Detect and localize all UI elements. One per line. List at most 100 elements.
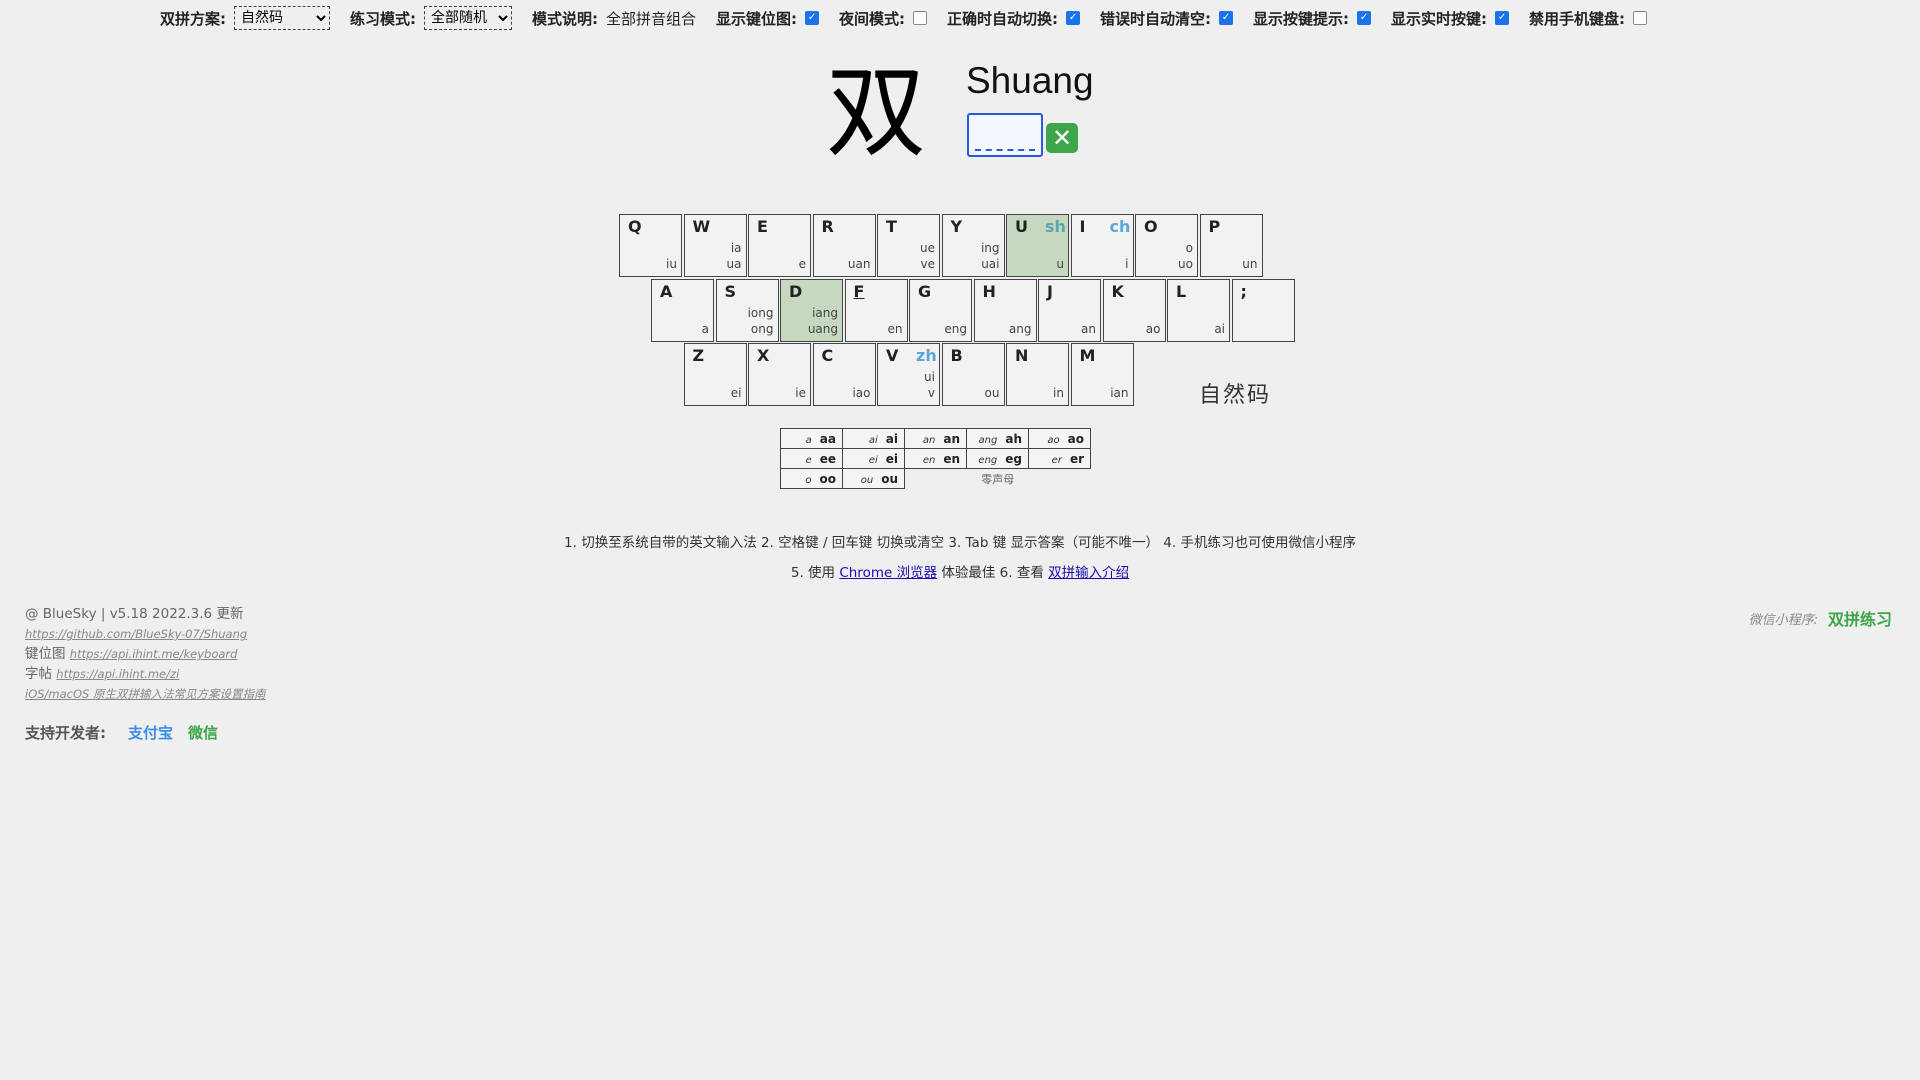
- zi-link[interactable]: https://api.ihint.me/zi: [56, 667, 179, 681]
- tips-line-2: 5. 使用 Chrome 浏览器 体验最佳 6. 查看 双拼输入介绍: [0, 561, 1920, 581]
- key-z: Zei: [683, 343, 747, 406]
- disable-mobile-checkbox[interactable]: [1633, 11, 1648, 25]
- tips-line-2-mid: 体验最佳 6. 查看: [937, 565, 1049, 581]
- mode-group: 练习模式: 全部随机: [350, 6, 512, 30]
- layout-link[interactable]: https://api.ihint.me/keyboard: [70, 647, 238, 661]
- intro-link[interactable]: 双拼输入介绍: [1048, 565, 1129, 581]
- zero-pinyin: an: [922, 434, 936, 446]
- key-p: Pun: [1199, 214, 1263, 277]
- auto-switch-checkbox[interactable]: ✓: [1066, 11, 1081, 25]
- key-q: Qiu: [619, 214, 682, 277]
- key-letter: G: [918, 281, 932, 301]
- key-final: iu: [666, 257, 677, 271]
- alipay-link[interactable]: 支付宝: [128, 722, 173, 743]
- zero-pinyin: eng: [978, 454, 998, 466]
- key-final: ang: [1008, 321, 1032, 336]
- scheme-label: 双拼方案:: [160, 9, 226, 28]
- key-r: Ruan: [812, 214, 876, 277]
- wechat-link[interactable]: 微信: [188, 722, 218, 743]
- zero-pinyin: ai: [868, 434, 878, 446]
- key-finals: eng: [944, 321, 967, 337]
- key-final: un: [1242, 257, 1258, 271]
- night-mode-checkbox[interactable]: [913, 11, 928, 25]
- key-letter: A: [660, 281, 673, 301]
- mode-select[interactable]: 全部随机: [424, 6, 512, 30]
- show-realtime-checkbox[interactable]: ✓: [1495, 11, 1510, 25]
- chrome-link[interactable]: Chrome 浏览器: [839, 565, 937, 581]
- zero-cell: e ee: [780, 448, 843, 469]
- mini-label: 微信小程序:: [1748, 612, 1818, 628]
- key-final: en: [887, 321, 903, 336]
- key-letter: S: [724, 281, 737, 301]
- key-y: Ying uai: [941, 214, 1005, 277]
- zero-pinyin: a: [805, 434, 812, 446]
- tips-line-2-pre: 5. 使用: [790, 565, 840, 581]
- key-letter: O: [1144, 217, 1158, 236]
- show-hint-group: 显示按键提示: ✓: [1253, 8, 1372, 29]
- zero-pinyin: o: [805, 474, 812, 486]
- key-h: Hang: [973, 278, 1037, 342]
- key-finals: un: [1242, 256, 1257, 272]
- zero-pinyin: en: [922, 454, 936, 466]
- key-final: eng: [944, 321, 967, 336]
- key-final: ue: [920, 241, 935, 255]
- zero-pinyin: e: [805, 454, 812, 466]
- github-link[interactable]: https://github.com/BlueSky-07/Shuang: [25, 627, 247, 641]
- key-final: i: [1125, 257, 1129, 271]
- key-s: Siong ong: [715, 278, 779, 342]
- answer-input[interactable]: [967, 113, 1043, 157]
- scheme-name: 自然码: [1199, 383, 1272, 408]
- key-final: uai: [981, 257, 1000, 271]
- clear-button[interactable]: ✕: [1046, 123, 1078, 153]
- key-letter: D: [789, 281, 803, 301]
- key-finals: ie: [795, 385, 806, 401]
- key-final: u: [1056, 257, 1064, 271]
- key-letter: K: [1111, 281, 1124, 301]
- show-layout-checkbox[interactable]: ✓: [805, 11, 820, 25]
- key-finals: ui v: [924, 369, 935, 401]
- key-final: ian: [1110, 386, 1129, 400]
- key-m: Mian: [1070, 343, 1134, 406]
- key-initial: ch: [1109, 217, 1131, 236]
- zero-pinyin: ao: [1047, 434, 1060, 446]
- key-a: Aa: [651, 278, 714, 342]
- mode-desc-value: 全部拼音组合: [606, 9, 697, 28]
- auto-clear-checkbox[interactable]: ✓: [1219, 11, 1234, 25]
- key-final: ua: [726, 257, 742, 271]
- zero-pinyin: ou: [860, 474, 874, 486]
- scheme-select[interactable]: 自然码: [234, 6, 330, 30]
- zero-keys: oo: [819, 471, 837, 486]
- target-hanzi: 双: [826, 54, 926, 171]
- show-hint-checkbox[interactable]: ✓: [1357, 11, 1372, 25]
- mini-program: 微信小程序: 双拼练习: [1749, 606, 1892, 630]
- key-finals: iao: [852, 385, 870, 401]
- key-letter: I: [1079, 217, 1086, 236]
- key-letter: U: [1015, 217, 1028, 236]
- mini-name[interactable]: 双拼练习: [1828, 606, 1892, 630]
- key-o: Oo uo: [1135, 214, 1198, 277]
- key-finals: o uo: [1178, 240, 1193, 272]
- zero-cell: an an: [904, 428, 967, 449]
- key-final: a: [701, 321, 709, 336]
- key-letter: Z: [692, 346, 705, 365]
- zero-cell: ei ei: [842, 448, 905, 469]
- night-mode-group: 夜间模式:: [839, 8, 928, 29]
- zero-cell: ao ao: [1028, 428, 1091, 449]
- key-finals: ing uai: [981, 240, 1000, 272]
- key-letter: X: [757, 346, 770, 365]
- zero-cell: en en: [904, 448, 967, 469]
- zero-cell: ang ah: [966, 428, 1029, 449]
- key-letter: E: [757, 217, 768, 236]
- key-finals: an: [1081, 321, 1096, 337]
- zero-cell: ai ai: [842, 428, 905, 449]
- zero-cell: eng eg: [966, 448, 1029, 469]
- key-semicolon: ;: [1231, 278, 1295, 342]
- key-j: Jan: [1038, 278, 1101, 342]
- ios-guide-link[interactable]: iOS/macOS 原生双拼输入法常见方案设置指南: [25, 687, 266, 701]
- key-letter: B: [950, 346, 963, 365]
- show-realtime-group: 显示实时按键: ✓: [1391, 8, 1510, 29]
- zero-keys: en: [943, 451, 960, 466]
- auto-clear-group: 错误时自动清空: ✓: [1100, 8, 1234, 29]
- key-letter: Y: [950, 217, 963, 236]
- key-e: Ee: [748, 214, 811, 277]
